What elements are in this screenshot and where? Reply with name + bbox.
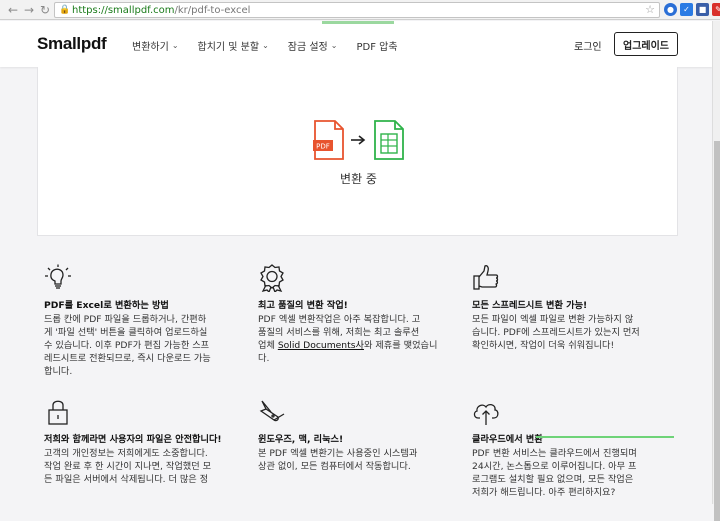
text-line: 고객의 개인정보는 저희에게도 소중합니다. [44,448,208,459]
feature-cloud: 클라우드에서 변환 PDF 변환 서비스는 클라우드에서 진행되며 24시간, … [472,398,677,499]
pdf-to-excel-icons: PDF [313,120,404,160]
award-ribbon-icon [260,264,284,294]
swiss-knife-icon [259,400,285,422]
padlock-icon [48,400,68,425]
cloud-upload-icon [473,403,499,425]
menu-label: 잠금 설정 [287,42,328,53]
chevron-down-icon: ⌄ [171,41,179,50]
feature-text: 고객의 개인정보는 저희에게도 소중합니다. 작업 완료 후 한 시간이 지나면… [44,447,249,486]
menu-item-lock[interactable]: 잠금 설정 ⌄ [288,38,338,53]
login-link[interactable]: 로그인 [574,38,602,53]
reload-icon[interactable]: ↻ [36,1,54,19]
text-line: 레드시트로 전환되므로, 즉시 다운로드 가능 [44,353,211,364]
extension-square-icon[interactable]: ■ [696,3,709,16]
chevron-down-icon: ⌄ [262,41,269,50]
feature-title: 윈도우즈, 맥, 리눅스! [258,434,344,445]
text-line: 합니다. [44,366,73,377]
menu-item-convert[interactable]: 변환하기 ⌄ [132,38,179,53]
extension-pdf-icon[interactable]: ✎ [712,3,720,16]
main-menu: 변환하기 ⌄ 합치기 및 분할 ⌄ 잠금 설정 ⌄ PDF 압축 [132,38,417,53]
bookmark-star-icon[interactable]: ☆ [645,3,655,16]
solid-documents-link[interactable]: Solid Documents사 [278,340,364,351]
smallpdf-logo[interactable]: Smallpdf [37,34,107,54]
feature-text: PDF 변환 서비스는 클라우드에서 진행되며 24시간, 논스톱으로 이루어집… [472,447,677,499]
feature-title: 저희와 함께라면 사용자의 파일은 안전합니다! [44,434,222,445]
text-line: PDF 엑셀 변환작업은 아주 복잡합니다. 고 [258,314,421,325]
feature-spreadsheets: 모든 스프레드시트 변환 가능! 모든 파일이 엑셀 파일로 변환 가능하지 않… [472,264,677,352]
menu-item-merge-split[interactable]: 합치기 및 분할 ⌄ [198,38,269,53]
lightbulb-icon [45,264,71,289]
text-line: 업체 Solid Documents사와 제휴를 맺었습니 [258,339,463,352]
url-path: /kr/pdf-to-excel [174,4,251,16]
text-line: 수 있습니다. 이후 PDF가 편집 가능한 스프 [44,340,210,351]
upgrade-button[interactable]: 업그레이드 [614,32,678,56]
menu-label: 변환하기 [132,42,169,53]
page-scrollbar[interactable] [712,21,720,521]
feature-security: 저희와 함께라면 사용자의 파일은 안전합니다! 고객의 개인정보는 저희에게도… [44,398,249,486]
notification-strip [536,436,674,438]
feature-text: PDF 엑셀 변환작업은 아주 복잡합니다. 고 품질의 서비스를 위해, 저희… [258,313,463,365]
text-line: 다. [258,353,270,364]
browser-toolbar: ← → ↻ 🔒 https://smallpdf.com/kr/pdf-to-e… [0,0,720,20]
text-line: 24시간, 논스톱으로 이루어집니다. 아무 프 [472,461,637,472]
excel-file-icon [374,120,404,160]
text-line: 습니다. PDF에 스프레드시트가 있는지 먼저 [472,327,640,338]
feature-title: PDF를 Excel로 변환하는 방법 [44,300,169,311]
text-fragment: 와 제휴를 맺었습니 [363,340,438,351]
feature-title: 모든 스프레드시트 변환 가능! [472,300,588,311]
text-line: 모든 파일이 엑셀 파일로 변환 가능하지 않 [472,314,634,325]
feature-platforms: 윈도우즈, 맥, 리눅스! 본 PDF 엑셀 변환기는 사용중인 시스템과 상관… [258,398,463,473]
text-line: 로그램도 설치할 필요 없으며, 모든 작업은 [472,474,634,485]
arrow-right-icon [351,135,366,145]
feature-text: 모든 파일이 엑셀 파일로 변환 가능하지 않 습니다. PDF에 스프레드시트… [472,313,677,352]
menu-label: 합치기 및 분할 [197,42,260,53]
text-line: 저희가 해드립니다. 아주 편리하지요? [472,487,616,498]
feature-title: 클라우드에서 변환 [472,434,543,445]
site-header: Smallpdf 변환하기 ⌄ 합치기 및 분할 ⌄ 잠금 설정 ⌄ PDF 압축 로… [0,21,712,67]
feature-title: 최고 품질의 변환 작업! [258,300,348,311]
url-host: https://smallpdf.com [72,4,175,16]
menu-item-compress[interactable]: PDF 압축 [356,38,397,53]
text-line: 확인하시면, 작업이 더욱 쉬워집니다! [472,340,615,351]
conversion-panel: PDF 변환 중 [37,67,678,236]
address-bar[interactable]: 🔒 https://smallpdf.com/kr/pdf-to-excel ☆ [54,2,660,18]
text-line: 상관 없이, 모든 컴퓨터에서 작동합니다. [258,461,411,472]
text-line: 품질의 서비스를 위해, 저희는 최고 솔루션 [258,327,420,338]
text-line: PDF 변환 서비스는 클라우드에서 진행되며 [472,448,637,459]
active-tab-indicator [322,21,394,24]
pdf-file-icon: PDF [313,120,344,160]
text-line: 드롭 칸에 PDF 파일을 드롭하거나, 간편하 [44,314,207,325]
scrollbar-thumb[interactable] [714,141,720,521]
text-line: 게 '파일 선택' 버튼을 클릭하여 업로드하실 [44,327,208,338]
thumbs-up-icon [473,265,499,290]
feature-how-to: PDF를 Excel로 변환하는 방법 드롭 칸에 PDF 파일을 드롭하거나,… [44,264,249,378]
text-line: 본 PDF 엑셀 변환기는 사용중인 시스템과 [258,448,418,459]
feature-quality: 최고 품질의 변환 작업! PDF 엑셀 변환작업은 아주 복잡합니다. 고 품… [258,264,463,365]
text-line: 든 파일은 서버에서 삭제됩니다. 더 많은 정 [44,474,209,485]
feature-text: 본 PDF 엑셀 변환기는 사용중인 시스템과 상관 없이, 모든 컴퓨터에서 … [258,447,463,473]
extension-blue-icon[interactable]: ● [664,3,677,16]
lock-icon: 🔒 [59,4,71,15]
conversion-status: 변환 중 [340,172,377,186]
chevron-down-icon: ⌄ [330,41,338,50]
text-fragment: 업체 [258,340,278,351]
feature-text: 드롭 칸에 PDF 파일을 드롭하거나, 간편하 게 '파일 선택' 버튼을 클… [44,313,249,378]
extension-check-icon[interactable]: ✓ [680,3,693,16]
text-line: 작업 완료 후 한 시간이 지나면, 작업했던 모 [44,461,212,472]
pdf-label: PDF [316,143,330,151]
menu-label: PDF 압축 [356,42,398,53]
